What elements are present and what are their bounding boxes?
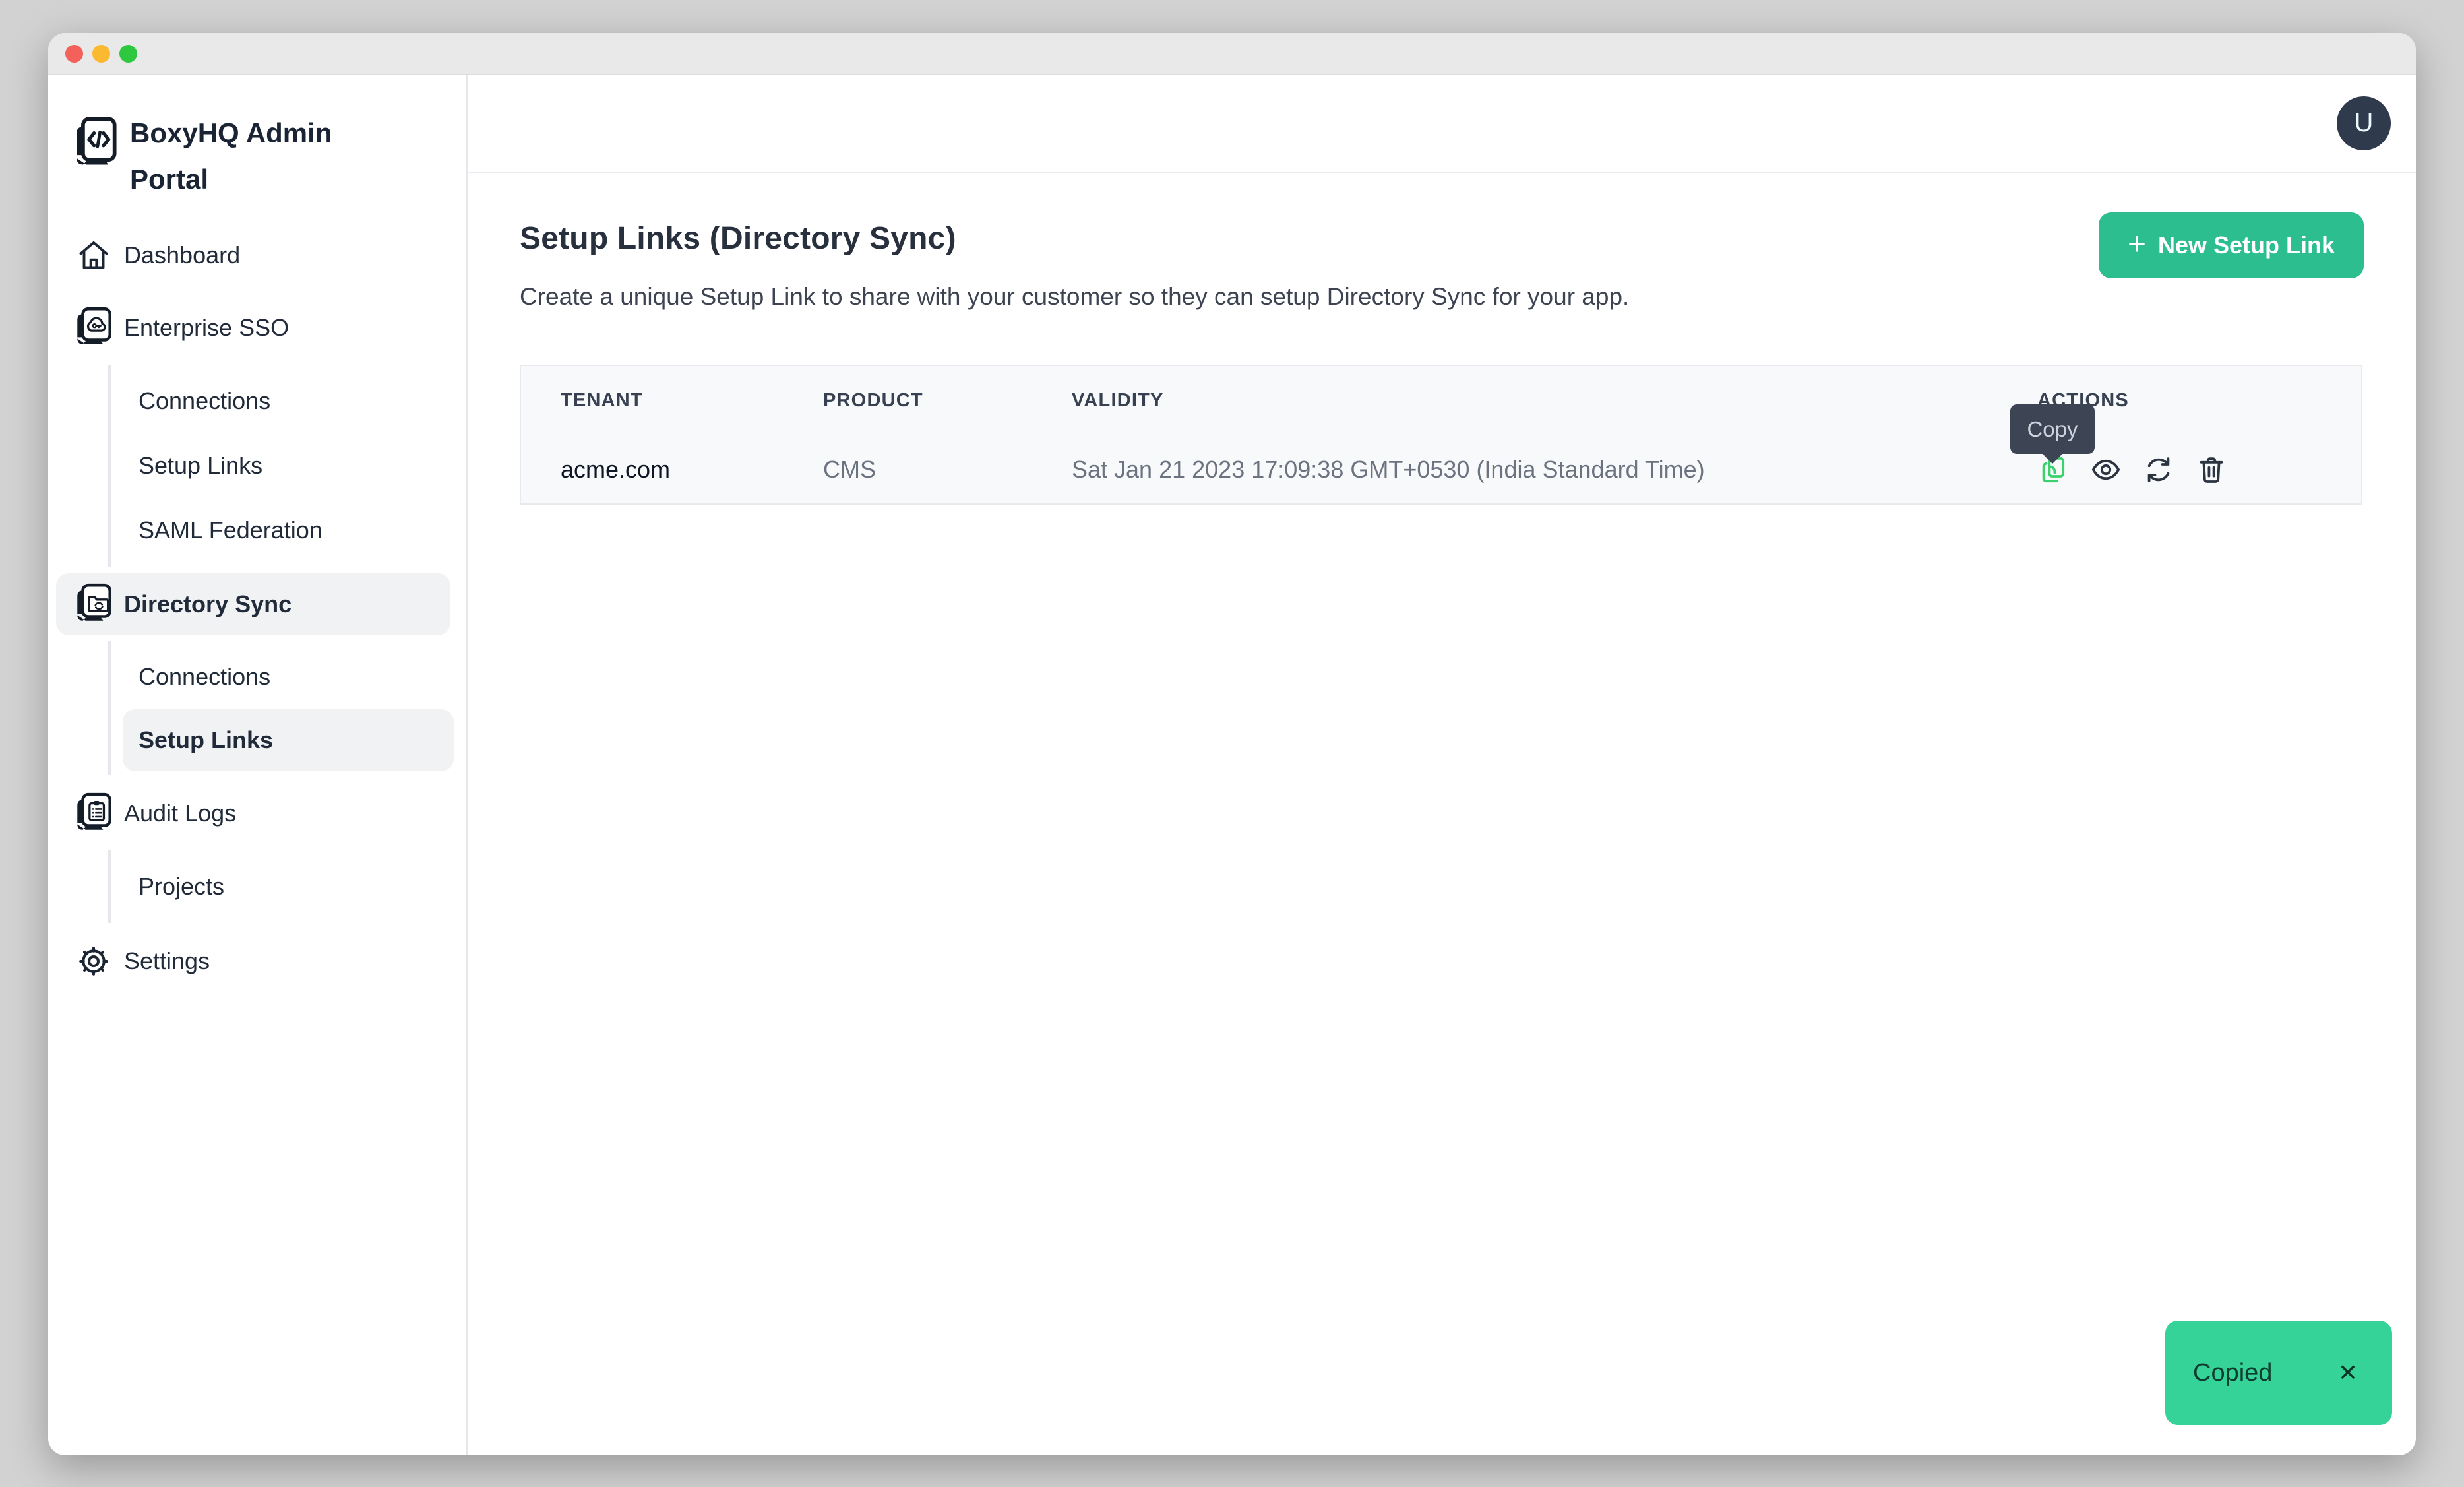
setup-links-table: TENANT PRODUCT VALIDITY ACTIONS acme.com… xyxy=(520,365,2362,505)
column-header-validity: VALIDITY xyxy=(1072,390,2037,412)
sidebar-item-directory-sync[interactable]: Directory Sync xyxy=(56,573,450,635)
column-header-tenant: TENANT xyxy=(561,390,823,412)
close-window-button[interactable] xyxy=(65,45,83,63)
page-content: Setup Links (Directory Sync) Create a un… xyxy=(468,173,2416,505)
sso-keycap-icon xyxy=(72,305,115,351)
new-setup-link-button[interactable]: + New Setup Link xyxy=(2099,212,2364,278)
sidebar-item-sso-connections[interactable]: Connections xyxy=(111,369,466,433)
enterprise-sso-subnav: Connections Setup Links SAML Federation xyxy=(108,365,466,567)
topbar: U xyxy=(468,75,2416,173)
toast-message: Copied xyxy=(2193,1359,2272,1387)
sidebar-item-label: Dashboard xyxy=(124,241,240,269)
gear-icon xyxy=(72,943,115,979)
cell-validity: Sat Jan 21 2023 17:09:38 GMT+0530 (India… xyxy=(1072,456,2037,484)
sidebar-item-label: Enterprise SSO xyxy=(124,314,289,342)
new-setup-link-label: New Setup Link xyxy=(2158,232,2335,259)
sidebar-item-projects[interactable]: Projects xyxy=(111,854,466,919)
copy-tooltip: Copy xyxy=(2010,404,2095,454)
delete-link-button[interactable] xyxy=(2196,454,2227,486)
sub-item-label: Connections xyxy=(139,663,270,691)
brand: BoxyHQ Admin Portal xyxy=(48,114,466,203)
toast-close-button[interactable]: ✕ xyxy=(2338,1359,2358,1387)
view-link-button[interactable] xyxy=(2090,454,2122,486)
sub-item-label: Setup Links xyxy=(139,726,273,754)
plus-icon: + xyxy=(2128,226,2146,263)
desktop-background: BoxyHQ Admin Portal Dashboard xyxy=(0,0,2464,1487)
page-description: Create a unique Setup Link to share with… xyxy=(520,283,2364,311)
sidebar-item-label: Settings xyxy=(124,947,210,975)
app-body: BoxyHQ Admin Portal Dashboard xyxy=(48,75,2416,1455)
regenerate-link-button[interactable] xyxy=(2143,454,2174,486)
sidebar-item-dashboard[interactable]: Dashboard xyxy=(48,224,466,287)
sidebar-nav: Dashboard Enterprise SSO xyxy=(48,224,466,993)
audit-logs-keycap-icon xyxy=(72,790,115,837)
sidebar-item-label: Directory Sync xyxy=(124,590,292,618)
row-actions xyxy=(2037,454,2361,486)
cell-product: CMS xyxy=(823,456,1072,484)
eye-icon xyxy=(2090,454,2122,486)
user-avatar[interactable]: U xyxy=(2337,96,2391,150)
copied-toast: Copied ✕ xyxy=(2165,1321,2392,1425)
directory-sync-subnav: Connections Setup Links xyxy=(108,641,466,775)
sidebar-item-audit-logs[interactable]: Audit Logs xyxy=(48,782,466,845)
main-area: U Setup Links (Directory Sync) Create a … xyxy=(468,75,2416,1455)
sub-item-label: SAML Federation xyxy=(139,517,323,544)
refresh-icon xyxy=(2143,454,2174,486)
sidebar-item-dsync-connections[interactable]: Connections xyxy=(111,645,466,709)
cell-tenant: acme.com xyxy=(561,456,823,484)
sub-item-label: Connections xyxy=(139,387,270,415)
sidebar-item-dsync-setup-links[interactable]: Setup Links xyxy=(123,709,454,771)
sidebar: BoxyHQ Admin Portal Dashboard xyxy=(48,75,468,1455)
copy-tooltip-label: Copy xyxy=(2027,417,2078,442)
zoom-window-button[interactable] xyxy=(119,45,137,63)
window-titlebar xyxy=(48,33,2416,75)
app-window: BoxyHQ Admin Portal Dashboard xyxy=(48,33,2416,1455)
audit-logs-subnav: Projects xyxy=(108,850,466,923)
column-header-product: PRODUCT xyxy=(823,390,1072,412)
sub-item-label: Setup Links xyxy=(139,452,262,480)
home-icon xyxy=(72,238,115,272)
sidebar-item-settings[interactable]: Settings xyxy=(48,930,466,993)
page-title: Setup Links (Directory Sync) xyxy=(520,220,2364,257)
sidebar-item-sso-setup-links[interactable]: Setup Links xyxy=(111,433,466,498)
directory-sync-keycap-icon xyxy=(72,581,115,627)
sub-item-label: Projects xyxy=(139,873,224,901)
trash-icon xyxy=(2196,454,2227,486)
avatar-initial: U xyxy=(2355,108,2374,138)
minimize-window-button[interactable] xyxy=(92,45,110,63)
sidebar-item-enterprise-sso[interactable]: Enterprise SSO xyxy=(48,296,466,360)
brand-title: BoxyHQ Admin Portal xyxy=(130,110,374,203)
sidebar-item-saml-federation[interactable]: SAML Federation xyxy=(111,498,466,563)
sidebar-item-label: Audit Logs xyxy=(124,800,236,827)
boxyhq-logo-icon xyxy=(72,114,119,171)
